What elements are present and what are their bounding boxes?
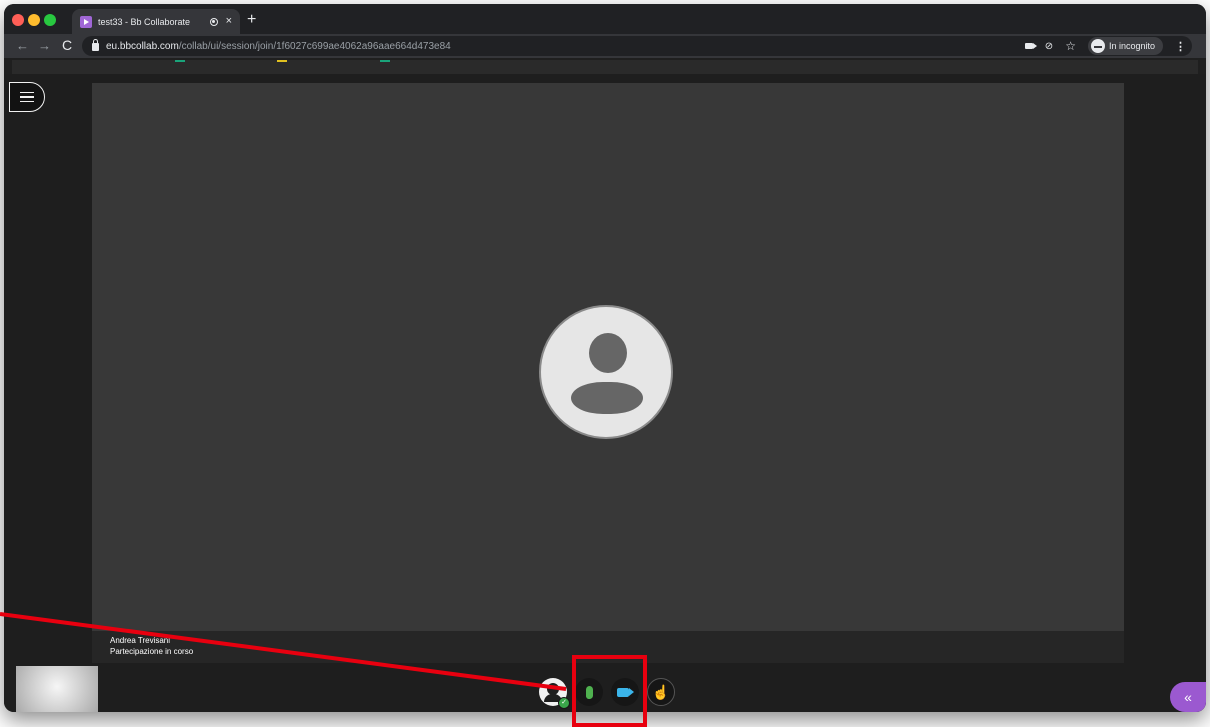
bookmark-marker[interactable] [380, 60, 390, 62]
forward-button[interactable]: → [38, 37, 51, 54]
tab-title: test33 - Bb Collaborate [98, 16, 191, 27]
close-window-button[interactable] [12, 14, 24, 26]
maximize-window-button[interactable] [44, 14, 56, 26]
back-button[interactable]: ← [16, 37, 29, 54]
raise-hand-icon: ☝ [652, 684, 670, 700]
new-tab-button[interactable]: + [247, 12, 256, 28]
annotation-highlight-box [572, 655, 647, 727]
browser-window: test33 - Bb Collaborate × + ← → C eu.bbc… [4, 4, 1206, 712]
tab-strip: test33 - Bb Collaborate × + [4, 4, 1206, 34]
incognito-badge[interactable]: In incognito [1087, 37, 1163, 55]
bb-collaborate-favicon-icon [80, 15, 92, 28]
url-host: eu.bbcollab.com [106, 40, 179, 52]
recording-indicator-icon [209, 17, 218, 26]
address-bar[interactable]: eu.bbcollab.com/collab/ui/session/join/1… [82, 36, 1192, 56]
hamburger-icon [20, 91, 34, 94]
video-stage [92, 83, 1124, 631]
lock-icon [92, 39, 99, 51]
tracking-blocked-icon[interactable]: ⊘ [1045, 41, 1053, 52]
address-bar-icons: ⊘ ☆ In incognito ⋮ [1024, 36, 1186, 56]
camera-in-use-icon[interactable] [1024, 43, 1037, 49]
bookmark-star-icon[interactable]: ☆ [1065, 39, 1076, 53]
browser-tab[interactable]: test33 - Bb Collaborate × [72, 9, 240, 34]
bookmarks-bar [12, 60, 1198, 74]
url-path: /collab/ui/session/join/1f6027c699ae4062… [178, 40, 451, 52]
minimize-window-button[interactable] [28, 14, 40, 26]
reload-button[interactable]: C [62, 37, 72, 54]
participant-avatar [539, 305, 673, 439]
incognito-label: In incognito [1108, 41, 1155, 51]
participant-name: Andrea Trevisani [110, 636, 171, 645]
my-status-button[interactable]: ✓ [539, 678, 570, 709]
chevrons-left-icon: « [1184, 689, 1192, 705]
bookmark-marker[interactable] [175, 60, 185, 62]
person-icon [589, 333, 627, 373]
bookmark-marker[interactable] [277, 60, 287, 62]
collaborate-session: Andrea Trevisani Partecipazione in corso… [4, 74, 1206, 712]
incognito-icon [1090, 39, 1105, 53]
tab-close-button[interactable]: × [226, 16, 232, 27]
session-menu-button[interactable] [9, 82, 45, 112]
raise-hand-button[interactable]: ☝ [647, 678, 675, 706]
check-icon: ✓ [558, 697, 570, 709]
self-video-thumbnail[interactable] [16, 666, 98, 712]
open-panel-button[interactable]: « [1170, 682, 1206, 712]
browser-toolbar: ← → C eu.bbcollab.com/collab/ui/session/… [4, 34, 1206, 58]
browser-menu-icon[interactable]: ⋮ [1175, 40, 1186, 53]
